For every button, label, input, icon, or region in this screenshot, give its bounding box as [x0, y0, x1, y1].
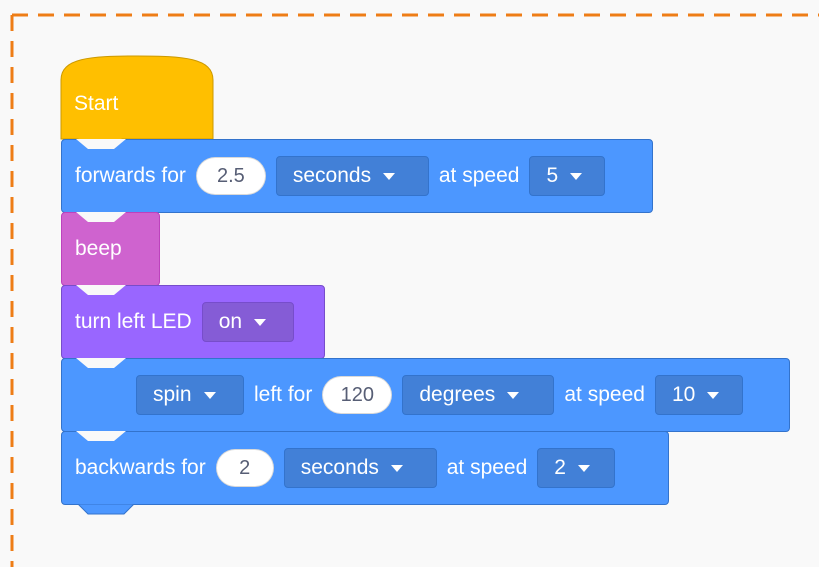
- block-notch: [76, 212, 126, 222]
- beep-block[interactable]: beep: [61, 212, 160, 286]
- block-notch: [76, 139, 126, 149]
- led-state-value: on: [218, 310, 243, 333]
- block-notch: [76, 285, 126, 295]
- led-block[interactable]: turn left LED on: [61, 285, 325, 359]
- spin-speed-value: 10: [671, 383, 696, 406]
- spin-unit-dropdown[interactable]: degrees: [402, 375, 555, 415]
- caret-down-icon: [390, 464, 403, 472]
- backwards-speed-value: 2: [554, 456, 566, 479]
- block-notch: [76, 431, 126, 441]
- led-label: turn left LED: [75, 310, 192, 333]
- backwards-block[interactable]: backwards for 2 seconds at speed 2: [61, 431, 669, 505]
- spin-mode-value: spin: [153, 383, 192, 406]
- caret-down-icon: [570, 172, 583, 180]
- spin-block[interactable]: spin left for 120 degrees at speed 10: [61, 358, 790, 432]
- caret-down-icon: [507, 391, 520, 399]
- caret-down-icon: [383, 172, 396, 180]
- caret-down-icon: [707, 391, 720, 399]
- start-block-label: Start: [74, 92, 119, 115]
- forwards-block[interactable]: forwards for 2.5 seconds at speed 5: [61, 139, 653, 213]
- spin-mode-dropdown[interactable]: spin: [136, 375, 244, 415]
- caret-down-icon: [254, 318, 267, 326]
- stack-bottom-tab: [78, 504, 134, 515]
- start-hat-block[interactable]: Start: [60, 55, 216, 147]
- forwards-speed-label: at speed: [438, 164, 520, 187]
- spin-unit-value: degrees: [419, 383, 496, 406]
- spin-label: left for: [254, 383, 313, 406]
- backwards-speed-dropdown[interactable]: 2: [537, 448, 616, 488]
- forwards-duration-input[interactable]: 2.5: [195, 157, 266, 195]
- forwards-unit-dropdown[interactable]: seconds: [275, 156, 429, 196]
- backwards-speed-label: at speed: [446, 456, 528, 479]
- backwards-duration-input[interactable]: 2: [215, 449, 274, 487]
- forwards-unit-value: seconds: [292, 164, 372, 187]
- forwards-label: forwards for: [75, 164, 186, 187]
- code-workspace[interactable]: Start forwards for 2.5 seconds at speed …: [0, 0, 819, 567]
- backwards-unit-value: seconds: [300, 456, 379, 479]
- caret-down-icon: [203, 391, 216, 399]
- block-notch: [76, 358, 126, 368]
- backwards-label: backwards for: [75, 456, 206, 479]
- forwards-speed-dropdown[interactable]: 5: [529, 156, 606, 196]
- spin-speed-label: at speed: [564, 383, 645, 406]
- spin-amount-input[interactable]: 120: [322, 376, 393, 414]
- beep-label: beep: [75, 237, 122, 260]
- forwards-speed-value: 5: [546, 164, 559, 187]
- backwards-unit-dropdown[interactable]: seconds: [283, 448, 437, 488]
- caret-down-icon: [577, 464, 590, 472]
- spin-speed-dropdown[interactable]: 10: [654, 375, 743, 415]
- led-state-dropdown[interactable]: on: [201, 302, 294, 342]
